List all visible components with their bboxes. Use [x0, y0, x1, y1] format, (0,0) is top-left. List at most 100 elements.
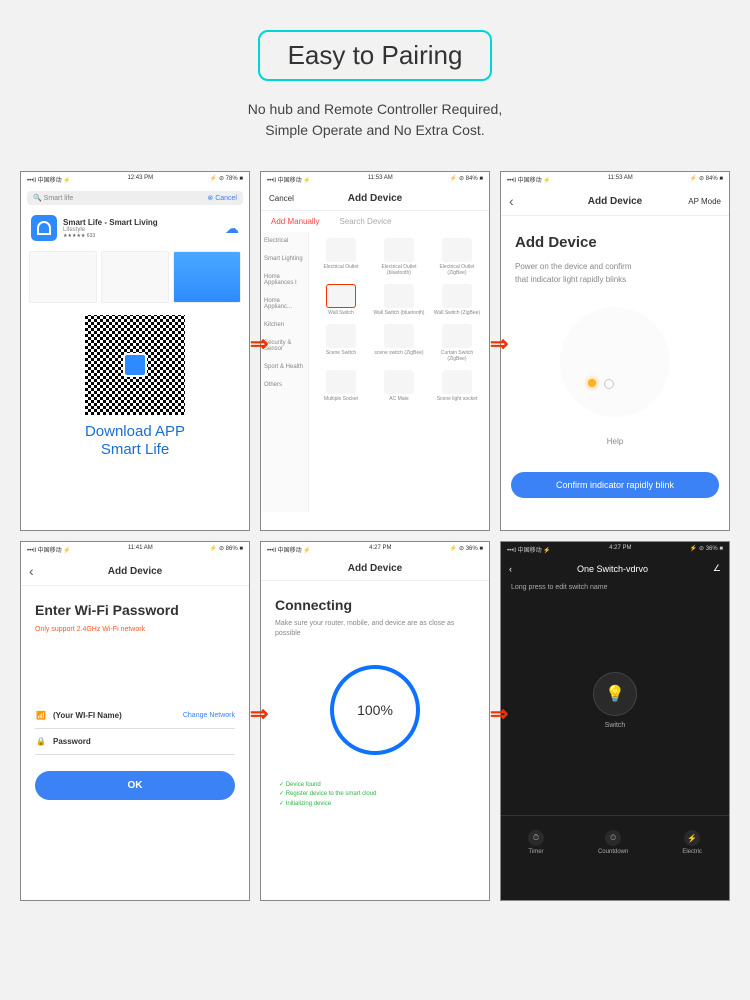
password-input[interactable]: 🔒 Password [35, 729, 235, 755]
screen-1-appstore: •••ll 中国移动 ⚡ 12:43 PM ⚡ ⊘ 78% ■ 🔍 Smart … [20, 171, 250, 531]
device-title: One Switch-vdrvo [512, 564, 713, 574]
warning-text: Only support 2.4GHz Wi-Fi network [35, 626, 235, 633]
progress-percent: 100% [357, 702, 393, 718]
screenshot-thumb[interactable] [101, 251, 169, 303]
tab-add-manually[interactable]: Add Manually [271, 217, 319, 226]
page-title: Add Device [309, 563, 441, 574]
wifi-icon: 📶 [35, 711, 47, 720]
screen-6-switch-control: •••ll 中国移动 ⚡ 4:27 PM ⚡ ⊘ 36% ■ ‹ One Swi… [500, 541, 730, 901]
status-bar: •••ll 中国移动 ⚡ 4:27 PM ⚡ ⊘ 36% ■ [261, 542, 489, 557]
sidebar-item[interactable]: Home Applianc... [261, 292, 308, 316]
search-input[interactable]: 🔍 Smart life ⊗ Cancel [27, 191, 243, 205]
device-item-wall-switch[interactable]: Wall Switch [315, 284, 367, 316]
device-grid: Electrical Outlet Electrical Outlet (blu… [309, 232, 489, 512]
device-indicator-illustration [560, 307, 670, 417]
check-item: Register device to the smart cloud [279, 790, 475, 800]
screen-5-connecting: •••ll 中国移动 ⚡ 4:27 PM ⚡ ⊘ 36% ■ Add Devic… [260, 541, 490, 901]
sidebar-item[interactable]: Electrical [261, 232, 308, 250]
ap-mode-button[interactable]: AP Mode [681, 197, 721, 206]
category-sidebar: Electrical Smart Lighting Home Appliance… [261, 232, 309, 512]
device-item[interactable]: scene switch (ZigBee) [373, 324, 425, 362]
edit-icon[interactable]: ∠ [713, 563, 721, 574]
help-link[interactable]: Help [515, 437, 715, 446]
switch-toggle-button[interactable]: 💡 [593, 672, 637, 716]
download-icon[interactable]: ☁ [225, 220, 239, 237]
device-item[interactable]: Electrical Outlet [315, 238, 367, 276]
tab-electric[interactable]: ⚡Electric [682, 830, 702, 855]
ok-button[interactable]: OK [35, 771, 235, 800]
checklist: Device found Register device to the smar… [275, 781, 475, 810]
check-item: Device found [279, 781, 475, 791]
device-item[interactable]: Scene light socket [431, 370, 483, 402]
device-item[interactable]: Wall Switch (ZigBee) [431, 284, 483, 316]
download-caption: Download APP Smart Life [21, 419, 249, 467]
qr-code [85, 315, 185, 415]
hourglass-icon: ⏲ [605, 830, 621, 846]
device-item[interactable]: Electrical Outlet (ZigBee) [431, 238, 483, 276]
status-bar: •••ll 中国移动 ⚡ 11:41 AM ⚡ ⊘ 86% ■ [21, 542, 249, 557]
sidebar-item[interactable]: Smart Lighting [261, 250, 308, 268]
app-icon [31, 215, 57, 241]
screenshot-thumb[interactable] [173, 251, 241, 303]
page-title: Add Device [549, 196, 681, 207]
screen-2-add-device-grid: •••ll 中国移动 ⚡ 11:53 AM ⚡ ⊘ 84% ■ Cancel A… [260, 171, 490, 531]
page-title: Add Device [69, 566, 201, 577]
rating-stars: ★★★★★ 633 [63, 233, 219, 239]
arrow-icon: ⇒ [250, 701, 268, 727]
status-bar: •••ll 中国移动 ⚡ 11:53 AM ⚡ ⊘ 84% ■ [261, 172, 489, 187]
screen-3-confirm-indicator: •••ll 中国移动 ⚡ 11:53 AM ⚡ ⊘ 84% ■ ‹ Add De… [500, 171, 730, 531]
device-item[interactable]: Scene Switch [315, 324, 367, 362]
back-button[interactable]: ‹ [29, 563, 69, 579]
hint-text: Long press to edit switch name [501, 580, 729, 595]
tab-countdown[interactable]: ⏲Countdown [598, 830, 628, 855]
navbar: ‹ Add Device [21, 557, 249, 586]
cancel-button[interactable]: ⊗ Cancel [207, 194, 237, 202]
tab-timer[interactable]: ⏱Timer [528, 830, 544, 855]
device-item[interactable]: Multiple Socket [315, 370, 367, 402]
app-result-row[interactable]: Smart Life - Smart Living Lifestyle ★★★★… [21, 209, 249, 247]
device-item[interactable]: Electrical Outlet (bluetooth) [373, 238, 425, 276]
heading: Enter Wi-Fi Password [35, 602, 235, 618]
clock-icon: ⏱ [528, 830, 544, 846]
screenshot-thumb[interactable] [29, 251, 97, 303]
device-item[interactable]: Wall Switch (bluetooth) [373, 284, 425, 316]
heading: Add Device [515, 234, 715, 251]
screen-4-wifi-password: •••ll 中国移动 ⚡ 11:41 AM ⚡ ⊘ 86% ■ ‹ Add De… [20, 541, 250, 901]
arrow-icon: ⇒ [490, 331, 508, 357]
confirm-button[interactable]: Confirm indicator rapidly blink [511, 472, 719, 498]
back-button[interactable]: ‹ [509, 193, 549, 209]
check-item: Initializing device [279, 800, 475, 810]
screenshot-row [21, 247, 249, 307]
wifi-ssid-row: 📶 (Your WI-FI Name) Change Network [35, 703, 235, 729]
hero-subtitle: No hub and Remote Controller Required, S… [0, 99, 750, 141]
navbar: Add Device [261, 557, 489, 581]
status-bar: •••ll 中国移动 ⚡ 12:43 PM ⚡ ⊘ 78% ■ [21, 172, 249, 187]
arrow-icon: ⇒ [490, 701, 508, 727]
app-name: Smart Life - Smart Living [63, 218, 219, 227]
description: Power on the device and confirm that ind… [515, 261, 715, 287]
heading: Connecting [275, 597, 475, 613]
hero-section: Easy to Pairing No hub and Remote Contro… [0, 0, 750, 161]
hero-title: Easy to Pairing [258, 30, 493, 81]
progress-ring: 100% [330, 665, 420, 755]
bottom-tabs: ⏱Timer ⏲Countdown ⚡Electric [501, 815, 729, 869]
cancel-button[interactable]: Cancel [269, 194, 309, 203]
navbar: ‹ One Switch-vdrvo ∠ [501, 557, 729, 580]
switch-label: Switch [605, 722, 626, 729]
status-bar: •••ll 中国移动 ⚡ 11:53 AM ⚡ ⊘ 84% ■ [501, 172, 729, 187]
navbar: ‹ Add Device AP Mode [501, 187, 729, 216]
device-item[interactable]: Curtain Switch (ZigBee) [431, 324, 483, 362]
wifi-name: (Your WI-FI Name) [53, 711, 177, 720]
bolt-icon: ⚡ [684, 830, 700, 846]
device-item[interactable]: AC Mate [373, 370, 425, 402]
sidebar-item[interactable]: Others [261, 376, 308, 394]
arrow-icon: ⇒ [250, 331, 268, 357]
phone-grid: •••ll 中国移动 ⚡ 12:43 PM ⚡ ⊘ 78% ■ 🔍 Smart … [0, 161, 750, 911]
tabs: Add Manually Search Device [261, 211, 489, 232]
sidebar-item[interactable]: Home Appliances I [261, 268, 308, 292]
change-network-link[interactable]: Change Network [183, 712, 235, 719]
sidebar-item[interactable]: Sport & Health [261, 358, 308, 376]
tab-search-device[interactable]: Search Device [339, 217, 391, 226]
status-bar: •••ll 中国移动 ⚡ 4:27 PM ⚡ ⊘ 36% ■ [501, 542, 729, 557]
description: Make sure your router, mobile, and devic… [275, 619, 475, 639]
